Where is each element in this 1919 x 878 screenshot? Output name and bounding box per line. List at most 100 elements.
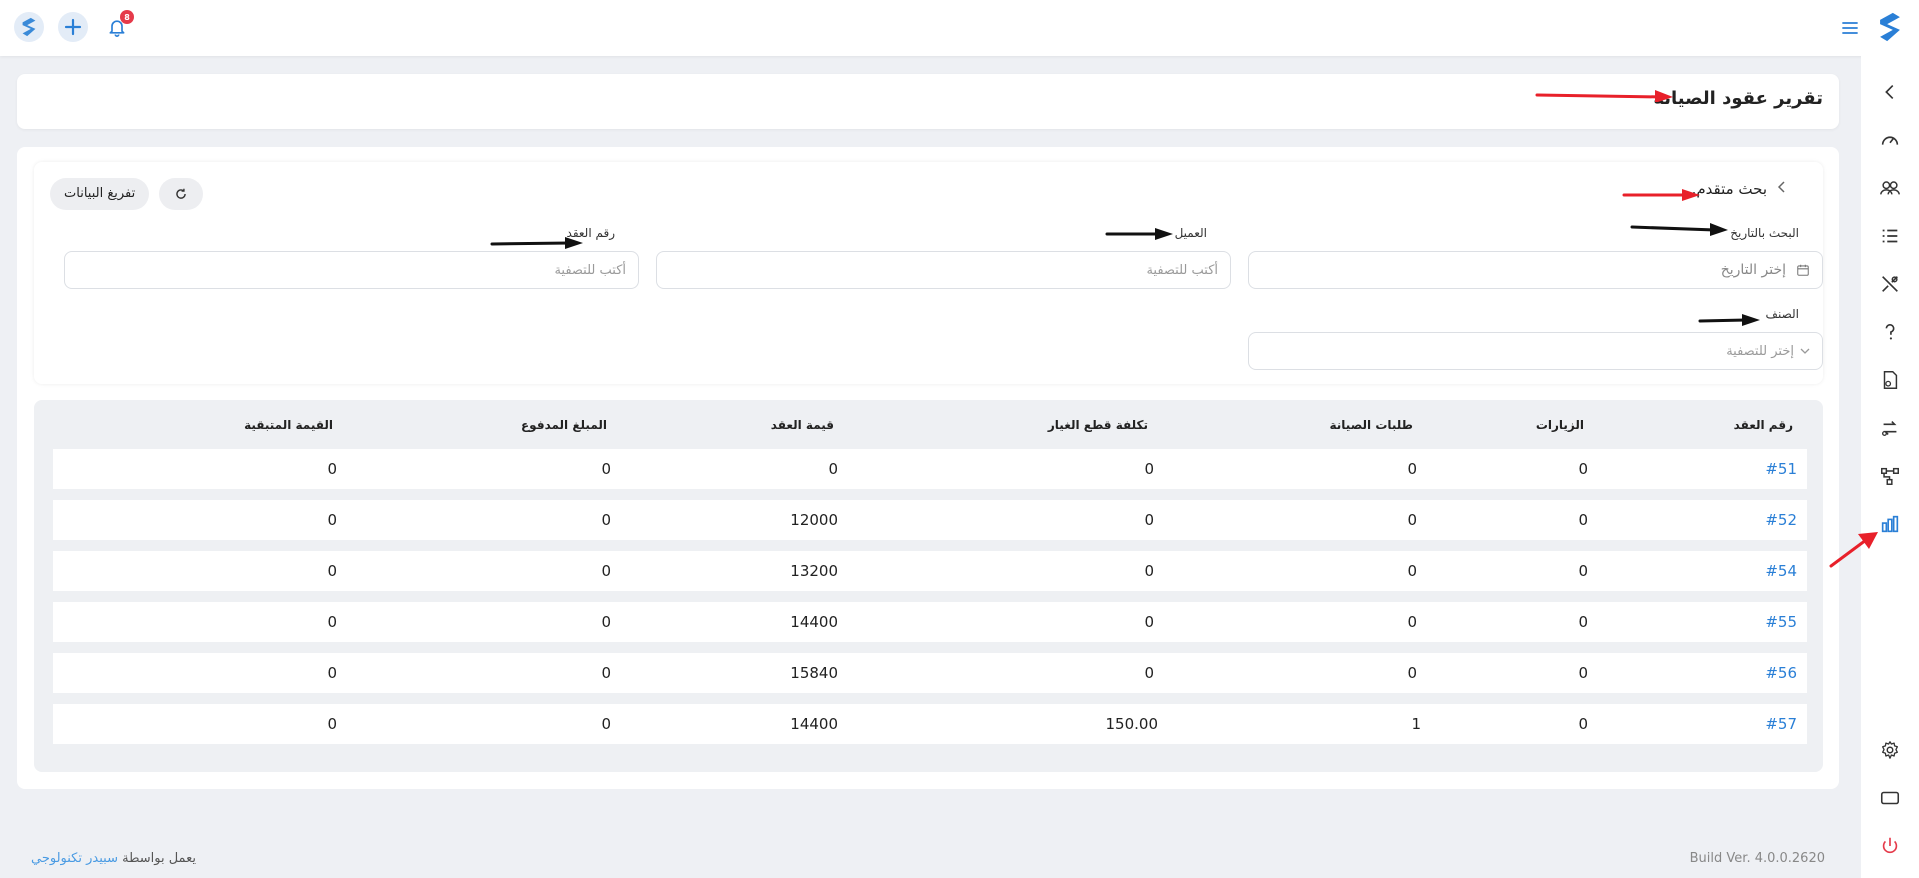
category-filter-label: الصنف — [1765, 307, 1799, 321]
visits-cell: 0 — [1578, 511, 1588, 529]
power-icon — [1882, 837, 1898, 854]
parts-cost-cell: 0 — [1144, 511, 1154, 529]
visits-cell: 0 — [1578, 613, 1588, 631]
date-filter-placeholder: إختر التاريخ — [1720, 262, 1786, 278]
notification-count-badge: 8 — [120, 10, 134, 24]
requests-cell: 0 — [1407, 613, 1417, 631]
sidebar-item-help[interactable] — [1861, 314, 1919, 350]
bar-chart-icon — [1881, 515, 1899, 533]
contract-value-cell: 15840 — [790, 664, 838, 682]
report-card: بحث متقدم... تفريغ البيانات البحث بالتار… — [17, 147, 1839, 789]
visits-cell: 0 — [1578, 562, 1588, 580]
parts-cost-cell: 0 — [1144, 460, 1154, 478]
remaining-cell: 0 — [327, 460, 337, 478]
brand-logo-icon[interactable] — [1873, 10, 1907, 48]
header-contract-no: رقم العقد — [1733, 418, 1793, 432]
contract-value-cell: 12000 — [790, 511, 838, 529]
black-arrow-annotation — [1630, 223, 1728, 236]
remaining-cell: 0 — [327, 715, 337, 733]
sidebar-item-settings[interactable] — [1861, 732, 1919, 768]
sidebar-item-list[interactable] — [1861, 218, 1919, 254]
parts-cost-cell: 0 — [1144, 664, 1154, 682]
build-version: Build Ver. 4.0.0.2620 — [1689, 851, 1825, 866]
red-arrow-annotation — [1535, 90, 1673, 102]
clear-data-button[interactable]: تفريغ البيانات — [50, 178, 150, 210]
contract-link[interactable]: #51 — [1765, 449, 1797, 489]
contract-value-cell: 0 — [828, 460, 838, 478]
sidebar-item-fullscreen[interactable] — [1861, 780, 1919, 816]
requests-cell: 0 — [1407, 511, 1417, 529]
hierarchy-icon — [1881, 467, 1899, 485]
client-filter-placeholder: أكتب للتصفية — [1146, 262, 1218, 278]
table-row: #52 0 0 0 12000 0 0 — [53, 500, 1807, 540]
parts-cost-cell: 150.00 — [1105, 715, 1159, 733]
users-icon — [1880, 181, 1900, 195]
transfer-icon — [1882, 421, 1897, 436]
sidebar-item-logout[interactable] — [1861, 828, 1919, 864]
top-bar: 8 — [0, 0, 1919, 56]
black-arrow-annotation — [490, 237, 583, 249]
red-arrow-annotation — [1829, 532, 1878, 568]
contract-value-cell: 14400 — [790, 613, 838, 631]
visits-cell: 0 — [1578, 460, 1588, 478]
contract-link[interactable]: #56 — [1765, 653, 1797, 693]
app-logo-icon[interactable] — [14, 12, 44, 42]
contract-link[interactable]: #54 — [1765, 551, 1797, 591]
document-icon — [1883, 371, 1898, 389]
window-icon — [1880, 791, 1900, 805]
chevron-left-icon — [1777, 181, 1787, 197]
question-icon — [1885, 323, 1895, 340]
gear-icon — [1882, 741, 1898, 759]
remaining-cell: 0 — [327, 562, 337, 580]
header-visits: الزيارات — [1535, 418, 1584, 432]
paid-cell: 0 — [601, 460, 611, 478]
paid-cell: 0 — [601, 715, 611, 733]
sidebar-item-structure[interactable] — [1861, 458, 1919, 494]
chevron-down-icon — [1800, 347, 1810, 355]
remaining-cell: 0 — [327, 613, 337, 631]
requests-cell: 1 — [1411, 715, 1421, 733]
category-filter-select[interactable]: إختر للتصفية — [1248, 332, 1823, 370]
contract-filter-input[interactable]: أكتب للتصفية — [64, 251, 639, 289]
list-icon — [1882, 229, 1898, 243]
refresh-icon — [176, 188, 186, 199]
top-bar-left: 8 — [14, 10, 134, 42]
paid-cell: 0 — [601, 511, 611, 529]
powered-by: يعمل بواسطة سبيدر تكنولوجي — [31, 851, 196, 866]
visits-cell: 0 — [1578, 715, 1588, 733]
black-arrow-annotation — [1698, 314, 1760, 326]
visits-cell: 0 — [1578, 664, 1588, 682]
notifications-button[interactable]: 8 — [102, 10, 134, 42]
chevron-left-icon — [1885, 84, 1894, 100]
sidebar-item-dashboard[interactable] — [1861, 122, 1919, 158]
remaining-cell: 0 — [327, 664, 337, 682]
add-button[interactable] — [58, 12, 88, 42]
contract-filter-placeholder: أكتب للتصفية — [554, 262, 626, 278]
table-row: #51 0 0 0 0 0 0 — [53, 449, 1807, 489]
contract-value-cell: 13200 — [790, 562, 838, 580]
contract-link[interactable]: #57 — [1765, 704, 1797, 744]
sidebar-item-transfer[interactable] — [1861, 410, 1919, 446]
requests-cell: 0 — [1407, 562, 1417, 580]
refresh-button[interactable] — [159, 178, 203, 210]
contract-value-cell: 14400 — [790, 715, 838, 733]
sidebar-item-invoices[interactable] — [1861, 362, 1919, 398]
filters-panel: بحث متقدم... تفريغ البيانات البحث بالتار… — [34, 162, 1823, 384]
red-arrow-annotation — [1622, 189, 1700, 201]
menu-icon[interactable] — [1841, 19, 1859, 40]
powered-by-label: يعمل بواسطة — [122, 851, 196, 866]
table-row: #57 0 1 150.00 14400 0 0 — [53, 704, 1807, 744]
parts-cost-cell: 0 — [1144, 562, 1154, 580]
table-row: #56 0 0 0 15840 0 0 — [53, 653, 1807, 693]
contract-link[interactable]: #55 — [1765, 602, 1797, 642]
sidebar-item-clients[interactable] — [1861, 170, 1919, 206]
company-link[interactable]: سبيدر تكنولوجي — [31, 851, 118, 866]
collapse-sidebar-button[interactable] — [1861, 74, 1919, 110]
page-title: تقرير عقود الصيانة — [1653, 88, 1823, 109]
client-filter-input[interactable]: أكتب للتصفية — [656, 251, 1231, 289]
calendar-icon — [1796, 263, 1810, 277]
sidebar-item-maintenance[interactable] — [1861, 266, 1919, 302]
date-filter-input[interactable]: إختر التاريخ — [1248, 251, 1823, 289]
contract-link[interactable]: #52 — [1765, 500, 1797, 540]
requests-cell: 0 — [1407, 460, 1417, 478]
